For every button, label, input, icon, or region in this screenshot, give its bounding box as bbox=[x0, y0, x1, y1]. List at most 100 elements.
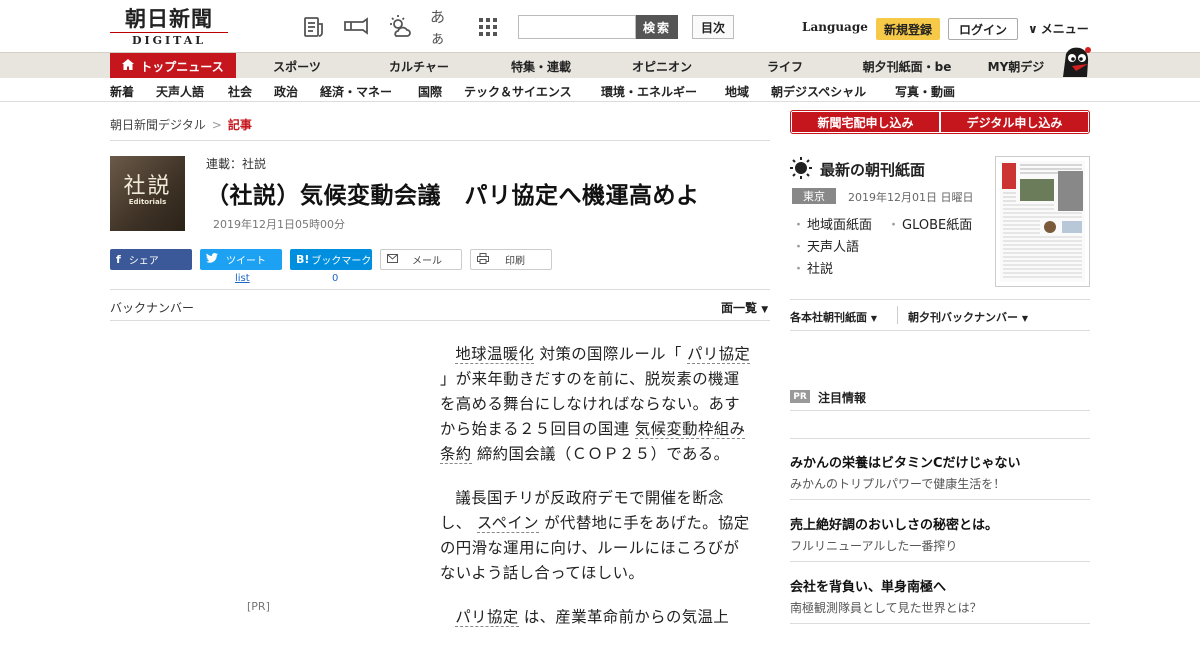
subnav-item-latest[interactable]: 新着 bbox=[110, 83, 134, 100]
subnav-item-region[interactable]: 地域 bbox=[725, 83, 749, 100]
backnumber-dropdown-label: 朝夕刊バックナンバー bbox=[908, 311, 1018, 324]
subnav-item-politics[interactable]: 政治 bbox=[274, 83, 298, 100]
subnav-item-society[interactable]: 社会 bbox=[228, 83, 252, 100]
hatena-bookmark-button[interactable]: B! ブックマーク bbox=[290, 249, 372, 270]
thumbnail-caption: Editorials bbox=[128, 198, 167, 206]
print-label: 印刷 bbox=[505, 256, 525, 267]
keyword-link[interactable]: パリ協定 bbox=[687, 345, 751, 364]
subnav-item-economy[interactable]: 経済・マネー bbox=[320, 83, 392, 100]
subnav-item-photo[interactable]: 写真・動画 bbox=[895, 83, 955, 100]
nav-item-features[interactable]: 特集・連載 bbox=[498, 53, 584, 79]
newspaper-icon[interactable] bbox=[301, 14, 327, 40]
hatena-count[interactable]: 0 bbox=[332, 273, 338, 284]
caret-down-icon: ▼ bbox=[870, 314, 877, 323]
menu-button[interactable]: ∨ メニュー bbox=[1028, 20, 1089, 37]
twitter-icon bbox=[206, 253, 218, 266]
search-input[interactable] bbox=[518, 15, 636, 39]
nav-item-newspaper-be[interactable]: 朝夕刊紙面・be bbox=[852, 53, 962, 79]
twitter-count[interactable]: list bbox=[235, 273, 250, 284]
backnumber-dropdown[interactable]: 朝夕刊バックナンバー ▼ bbox=[908, 309, 1028, 325]
logo-subtext: DIGITAL bbox=[110, 32, 228, 47]
search-button[interactable]: 検索 bbox=[636, 15, 678, 39]
breadcrumb-current: 記事 bbox=[227, 118, 252, 132]
paper-link-editorial[interactable]: 社説 bbox=[792, 258, 833, 277]
hatena-icon: B! bbox=[296, 253, 310, 266]
logo-text: 朝日新聞 bbox=[125, 6, 213, 31]
pr-item-title[interactable]: 会社を背負い、単身南極へ bbox=[790, 576, 946, 595]
keyword-link[interactable]: スペイン bbox=[476, 514, 539, 533]
divider bbox=[790, 438, 1090, 439]
print-button[interactable]: 印刷 bbox=[470, 249, 552, 270]
caret-down-icon: ▼ bbox=[761, 305, 769, 315]
paragraph: 地球温暖化 対策の国際ルール「 パリ協定 」が来年動きだすのを前に、脱炭素の機運… bbox=[440, 342, 752, 467]
register-button[interactable]: 新規登録 bbox=[876, 18, 940, 40]
mail-share-label: メール bbox=[412, 256, 442, 267]
paragraph: パリ協定 は、産業革命前からの気温上 bbox=[440, 605, 752, 630]
nav-item-life[interactable]: ライフ bbox=[756, 53, 814, 79]
article-title: （社説）気候変動会議 パリ協定へ機運高めよ bbox=[206, 183, 700, 209]
subscribe-digital-button[interactable]: デジタル申し込み bbox=[941, 112, 1088, 132]
grid-menu-icon[interactable] bbox=[475, 14, 501, 40]
breadcrumb-home[interactable]: 朝日新聞デジタル bbox=[110, 118, 206, 132]
keyword-link[interactable]: 地球温暖化 bbox=[455, 345, 535, 364]
mascot-icon[interactable] bbox=[1058, 44, 1092, 78]
chevron-down-icon: ∨ bbox=[1028, 22, 1038, 36]
facebook-share-label: シェア bbox=[128, 256, 159, 267]
language-link[interactable]: Language bbox=[802, 20, 868, 34]
subnav-item-tech[interactable]: テック＆サイエンス bbox=[464, 83, 572, 100]
paper-link-tensei[interactable]: 天声人語 bbox=[792, 236, 859, 255]
pr-section-title: 注目情報 bbox=[818, 391, 867, 405]
nav-item-sports[interactable]: スポーツ bbox=[262, 53, 332, 79]
paper-link-region[interactable]: 地域面紙面 bbox=[792, 214, 872, 233]
series-label[interactable]: 連載：社説 bbox=[206, 155, 266, 172]
divider bbox=[110, 140, 770, 141]
thumbnail-kanji: 社説 bbox=[123, 174, 172, 199]
mail-share-button[interactable]: メール bbox=[380, 249, 462, 270]
subnav-item-environment[interactable]: 環境・エネルギー bbox=[601, 83, 697, 100]
pr-item-title[interactable]: 売上絶好調のおいしさの秘密とは。 bbox=[790, 514, 998, 533]
twitter-share-label: ツイート bbox=[226, 256, 266, 267]
backnumber-link[interactable]: バックナンバー bbox=[110, 299, 194, 316]
subscription-buttons: 新聞宅配申し込み デジタル申し込み bbox=[790, 110, 1090, 134]
pr-item-subtitle[interactable]: フルリニューアルした一番搾り bbox=[790, 537, 957, 554]
region-badge: 東京 bbox=[792, 188, 836, 204]
asahi-digital-logo[interactable]: 朝日新聞 DIGITAL bbox=[110, 6, 228, 47]
pr-item-subtitle[interactable]: 南極観測隊員として見た世界とは？ bbox=[790, 599, 982, 616]
editorial-thumbnail[interactable]: 社説 Editorials bbox=[110, 156, 185, 231]
hatena-bookmark-label: ブックマーク bbox=[311, 256, 372, 267]
subnav-item-international[interactable]: 国際 bbox=[418, 83, 442, 100]
ticket-icon[interactable] bbox=[343, 14, 369, 40]
twitter-share-button[interactable]: ツイート bbox=[200, 249, 282, 270]
newspaper-thumbnail[interactable] bbox=[995, 156, 1090, 287]
printer-icon bbox=[477, 252, 489, 267]
paper-link-globe[interactable]: GLOBE紙面 bbox=[887, 214, 972, 233]
divider bbox=[790, 561, 1090, 562]
main-nav: トップニュース スポーツ カルチャー 特集・連載 オピニオン ライフ 朝夕刊紙面… bbox=[0, 52, 1200, 79]
keyword-link[interactable]: パリ協定 bbox=[455, 608, 519, 627]
latest-paper-title[interactable]: 最新の朝刊紙面 bbox=[820, 159, 925, 180]
divider bbox=[790, 499, 1090, 500]
ad-label: [PR] bbox=[247, 600, 270, 613]
facebook-share-button[interactable]: f シェア bbox=[110, 249, 192, 270]
nav-item-my-asadigi[interactable]: MY朝デジ bbox=[980, 53, 1052, 79]
paragraph-text: は、産業革命前からの気温上 bbox=[518, 608, 730, 626]
nav-item-culture[interactable]: カルチャー bbox=[378, 53, 460, 79]
facebook-icon: f bbox=[116, 253, 121, 266]
subscribe-paper-button[interactable]: 新聞宅配申し込み bbox=[792, 112, 939, 132]
weather-icon[interactable] bbox=[387, 14, 413, 40]
subnav-item-special[interactable]: 朝デジスペシャル bbox=[771, 83, 866, 100]
subnav-item-tensei[interactable]: 天声人語 bbox=[156, 83, 204, 100]
nav-top-news[interactable]: トップニュース bbox=[110, 53, 236, 79]
regional-papers-dropdown[interactable]: 各本社朝刊紙面 ▼ bbox=[790, 309, 877, 325]
divider bbox=[897, 306, 898, 324]
mail-icon bbox=[387, 253, 398, 266]
font-size-icon[interactable]: あぁ bbox=[430, 8, 456, 47]
pr-item-title[interactable]: みかんの栄養はビタミンCだけじゃない bbox=[790, 452, 1021, 471]
toc-button[interactable]: 目次 bbox=[692, 15, 734, 39]
nav-item-opinion[interactable]: オピニオン bbox=[620, 53, 704, 79]
pr-item-subtitle[interactable]: みかんのトリプルパワーで健康生活を！ bbox=[790, 475, 1005, 492]
site-header: 朝日新聞 DIGITAL あぁ 検索 目次 Language 新規登録 ログイン… bbox=[0, 0, 1200, 52]
page-list-dropdown[interactable]: 面一覧 ▼ bbox=[721, 299, 768, 316]
breadcrumb: 朝日新聞デジタル > 記事 bbox=[110, 116, 252, 133]
login-button[interactable]: ログイン bbox=[948, 18, 1018, 40]
